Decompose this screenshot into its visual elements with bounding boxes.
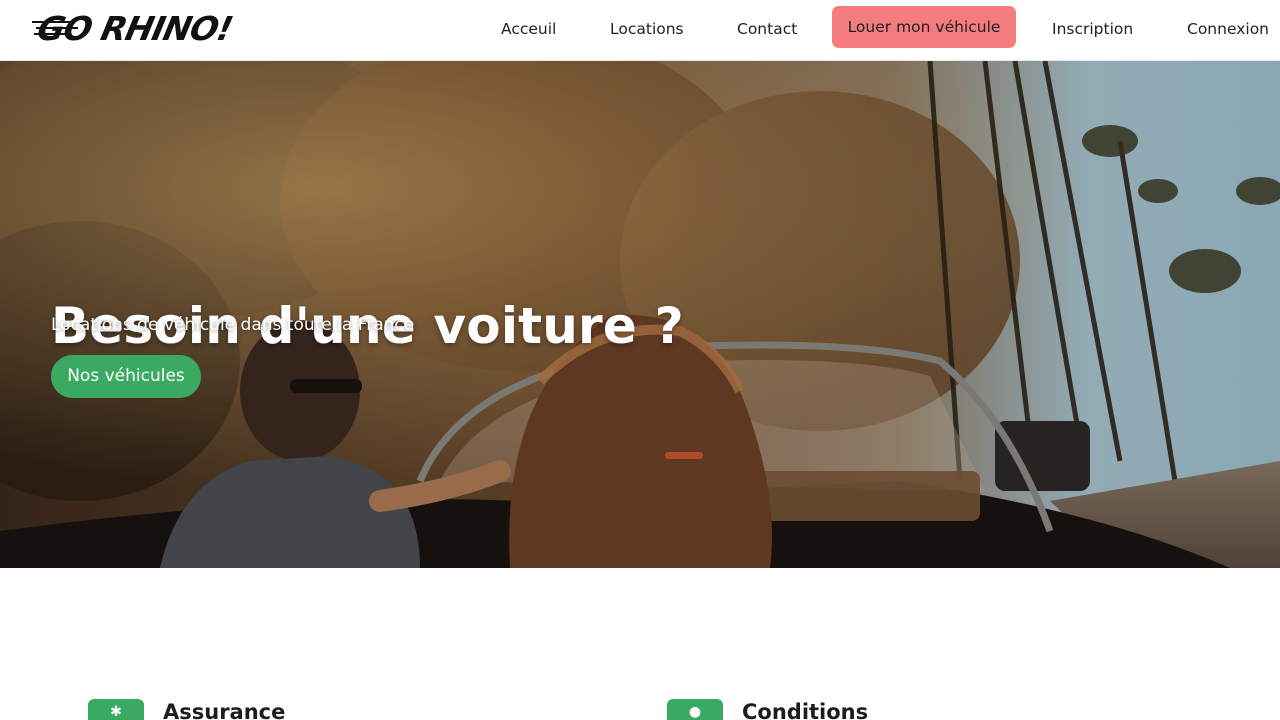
rent-my-vehicle-button[interactable]: Louer mon véhicule: [832, 6, 1016, 48]
nav-link-connexion[interactable]: Connexion: [1187, 16, 1269, 42]
our-vehicles-button[interactable]: Nos véhicules: [51, 355, 201, 398]
info-icon: ●: [667, 699, 723, 720]
feature-title-assurance: Assurance: [163, 700, 286, 720]
svg-text:GO RHINO!: GO RHINO!: [34, 10, 236, 46]
hero-section: Besoin d'une voiture ? Locations de véhi…: [0, 61, 1280, 568]
nav-link-inscription[interactable]: Inscription: [1052, 16, 1133, 42]
nav-link-acceuil[interactable]: Acceuil: [501, 16, 556, 42]
feature-title-conditions: Conditions: [742, 700, 869, 720]
shield-icon: ✱: [88, 699, 144, 720]
logo-wordmark: GO RHINO!: [32, 10, 236, 46]
nav-link-locations[interactable]: Locations: [610, 16, 684, 42]
go-rhino-logo[interactable]: GO RHINO!: [32, 10, 290, 46]
navbar: GO RHINO! Acceuil Locations Contact Loue…: [0, 0, 1280, 61]
nav-link-contact[interactable]: Contact: [737, 16, 797, 42]
hero-subtitle: Locations de véhicule dans toute la Fran…: [51, 315, 415, 335]
